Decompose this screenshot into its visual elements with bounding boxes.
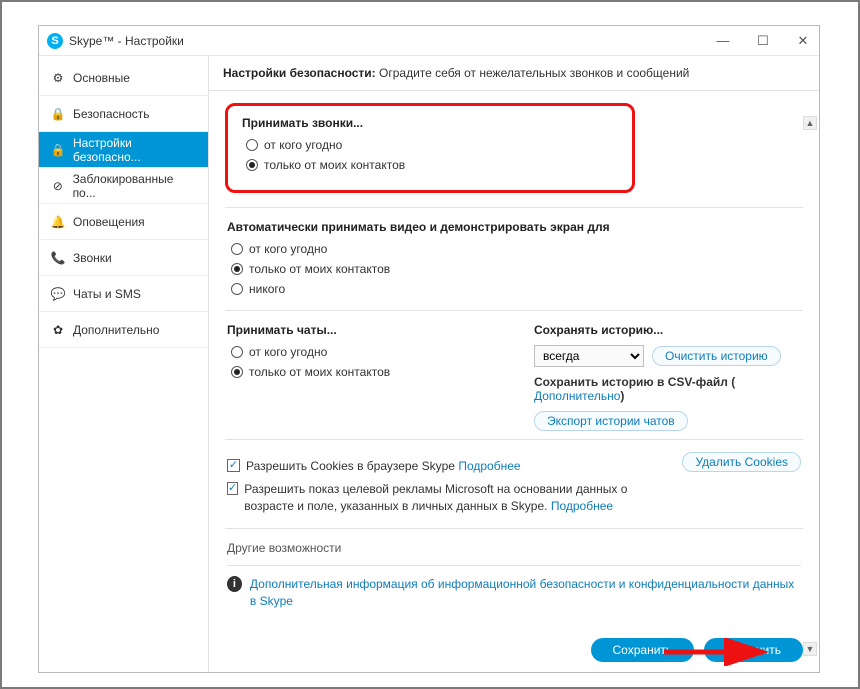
page-header-text: Оградите себя от нежелательных звонков и… [379, 66, 689, 80]
radio-label: от кого угодно [249, 345, 327, 359]
cancel-button[interactable]: Отменить [704, 638, 803, 662]
sidebar-item-notifications[interactable]: 🔔 Оповещения [39, 204, 208, 240]
sidebar-item-label: Чаты и SMS [73, 287, 141, 301]
sidebar-item-calls[interactable]: 📞 Звонки [39, 240, 208, 276]
video-radio-anyone[interactable]: от кого угодно [231, 242, 801, 256]
video-radio-contacts[interactable]: только от моих контактов [231, 262, 801, 276]
radio-label: только от моих контактов [249, 262, 390, 276]
skype-logo-icon: S [47, 33, 63, 49]
radio-icon [231, 283, 243, 295]
accept-calls-title: Принимать звонки... [242, 116, 618, 130]
phone-icon: 📞 [51, 251, 65, 265]
sidebar-item-security[interactable]: 🔒 Безопасность [39, 96, 208, 132]
sidebar-item-blocked[interactable]: ⊘ Заблокированные по... [39, 168, 208, 204]
radio-label: только от моих контактов [249, 365, 390, 379]
csv-label: Сохранить историю в CSV-файл ( [534, 375, 735, 389]
privacy-info-link[interactable]: Дополнительная информация об информацион… [250, 576, 801, 610]
radio-icon [231, 346, 243, 358]
accept-calls-group-highlight: Принимать звонки... от кого угодно тольк… [225, 103, 635, 193]
chat-icon: 💬 [51, 287, 65, 301]
history-select[interactable]: всегда [534, 345, 644, 367]
sidebar-item-label: Безопасность [73, 107, 150, 121]
radio-selected-icon [246, 159, 258, 171]
ads-more-link[interactable]: Подробнее [551, 499, 613, 513]
radio-selected-icon [231, 263, 243, 275]
ads-checkbox[interactable]: ✓ [227, 482, 238, 495]
gear-icon: ⚙ [51, 71, 65, 85]
csv-row: Сохранить историю в CSV-файл ( Дополните… [534, 375, 801, 403]
window-title: Skype™ - Настройки [69, 34, 184, 48]
radio-selected-icon [231, 366, 243, 378]
radio-icon [246, 139, 258, 151]
sidebar-item-chats[interactable]: 💬 Чаты и SMS [39, 276, 208, 312]
delete-cookies-button[interactable]: Удалить Cookies [682, 452, 801, 472]
export-history-button[interactable]: Экспорт истории чатов [534, 411, 688, 431]
sidebar-item-label: Основные [73, 71, 130, 85]
settings-window: S Skype™ - Настройки — ☐ ✕ ⚙ Основные 🔒 … [38, 25, 820, 673]
history-title: Сохранять историю... [534, 323, 801, 337]
radio-label: никого [249, 282, 285, 296]
sidebar-item-label: Заблокированные по... [73, 172, 196, 200]
titlebar: S Skype™ - Настройки — ☐ ✕ [39, 26, 819, 56]
lock-icon: 🔒 [51, 143, 65, 157]
calls-radio-contacts[interactable]: только от моих контактов [246, 158, 618, 172]
csv-advanced-link[interactable]: Дополнительно [534, 389, 620, 403]
bell-icon: 🔔 [51, 215, 65, 229]
video-title: Автоматически принимать видео и демонстр… [227, 220, 801, 234]
cookies-more-link[interactable]: Подробнее [458, 459, 520, 473]
sidebar-item-general[interactable]: ⚙ Основные [39, 60, 208, 96]
cookies-checkbox[interactable]: ✓ [227, 459, 240, 472]
cookies-label: Разрешить Cookies в браузере Skype [246, 459, 455, 473]
other-title: Другие возможности [227, 541, 801, 555]
lock-icon: 🔒 [51, 107, 65, 121]
sidebar-item-security-settings[interactable]: 🔒 Настройки безопасно... [39, 132, 208, 168]
calls-radio-anyone[interactable]: от кого угодно [246, 138, 618, 152]
chats-title: Принимать чаты... [227, 323, 494, 337]
content-pane: Настройки безопасности: Оградите себя от… [209, 56, 819, 672]
save-button[interactable]: Сохранить [591, 638, 695, 662]
info-icon: i [227, 576, 242, 592]
clear-history-button[interactable]: Очистить историю [652, 346, 781, 366]
buttons-bar: Сохранить Отменить [209, 628, 819, 672]
radio-label: от кого угодно [264, 138, 342, 152]
blocked-icon: ⊘ [51, 179, 65, 193]
chats-radio-anyone[interactable]: от кого угодно [231, 345, 494, 359]
sidebar-item-label: Звонки [73, 251, 112, 265]
sidebar-item-label: Настройки безопасно... [73, 136, 196, 164]
page-header-bold: Настройки безопасности: [223, 66, 376, 80]
sidebar-item-label: Оповещения [73, 215, 145, 229]
radio-label: только от моих контактов [264, 158, 405, 172]
close-button[interactable]: ✕ [795, 33, 811, 49]
minimize-button[interactable]: — [715, 33, 731, 49]
sidebar-item-label: Дополнительно [73, 323, 159, 337]
radio-icon [231, 243, 243, 255]
sidebar-item-advanced[interactable]: ✿ Дополнительно [39, 312, 208, 348]
chats-radio-contacts[interactable]: только от моих контактов [231, 365, 494, 379]
page-header: Настройки безопасности: Оградите себя от… [209, 56, 819, 91]
sidebar: ⚙ Основные 🔒 Безопасность 🔒 Настройки бе… [39, 56, 209, 672]
gear-icon: ✿ [51, 323, 65, 337]
outer-frame: S Skype™ - Настройки — ☐ ✕ ⚙ Основные 🔒 … [0, 0, 860, 689]
video-radio-none[interactable]: никого [231, 282, 801, 296]
radio-label: от кого угодно [249, 242, 327, 256]
maximize-button[interactable]: ☐ [755, 33, 771, 49]
